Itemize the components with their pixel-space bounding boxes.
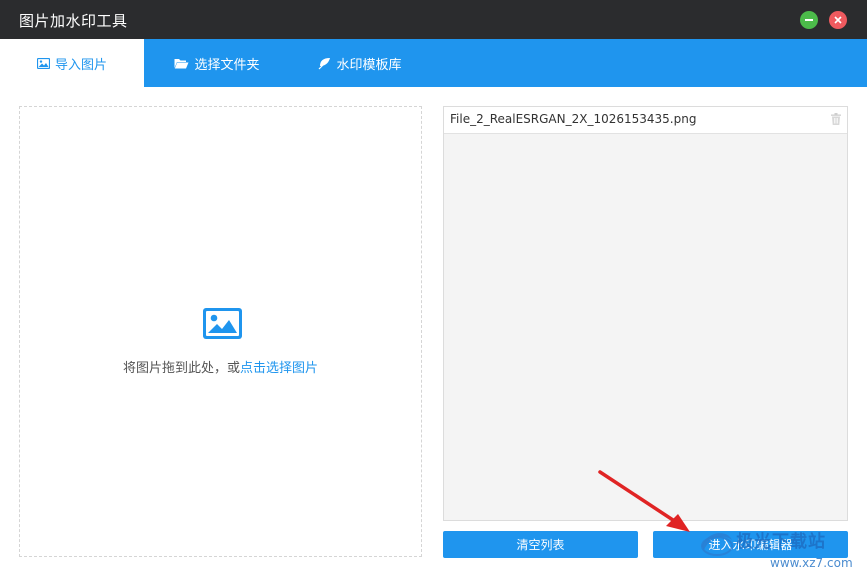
x-icon	[834, 16, 842, 24]
folder-open-icon	[174, 58, 189, 68]
image-icon	[203, 308, 242, 339]
file-name: File_2_RealESRGAN_2X_1026153435.png	[450, 112, 697, 126]
select-image-link[interactable]: 点击选择图片	[240, 361, 318, 376]
dropzone-text: 将图片拖到此处，或点击选择图片	[20, 357, 421, 376]
trash-icon[interactable]	[831, 113, 841, 125]
minus-icon	[805, 19, 813, 21]
close-button[interactable]	[829, 11, 847, 29]
file-list: File_2_RealESRGAN_2X_1026153435.png	[443, 106, 848, 521]
tab-import-images[interactable]: 导入图片	[0, 39, 144, 87]
watermark-text: 极光下载站	[736, 532, 826, 552]
tab-label: 选择文件夹	[194, 57, 260, 73]
title-bar: 图片加水印工具	[0, 0, 867, 39]
minimize-button[interactable]	[800, 11, 818, 29]
leaf-icon	[319, 57, 331, 69]
annotation-arrow	[598, 470, 690, 532]
tab-bar: 导入图片 选择文件夹 水印模板库	[0, 39, 867, 87]
watermark-url: www.xz7.com	[770, 556, 853, 570]
dropzone-prompt: 将图片拖到此处，或	[122, 361, 240, 376]
tab-label: 水印模板库	[336, 57, 402, 73]
image-dropzone[interactable]: 将图片拖到此处，或点击选择图片	[19, 106, 422, 557]
app-title: 图片加水印工具	[19, 12, 128, 30]
tab-watermark-templates[interactable]: 水印模板库	[300, 39, 420, 87]
tab-label: 导入图片	[54, 57, 107, 73]
tab-select-folder[interactable]: 选择文件夹	[152, 39, 282, 87]
list-item[interactable]: File_2_RealESRGAN_2X_1026153435.png	[444, 107, 847, 134]
image-icon	[36, 57, 50, 69]
watermark-logo	[701, 533, 733, 556]
